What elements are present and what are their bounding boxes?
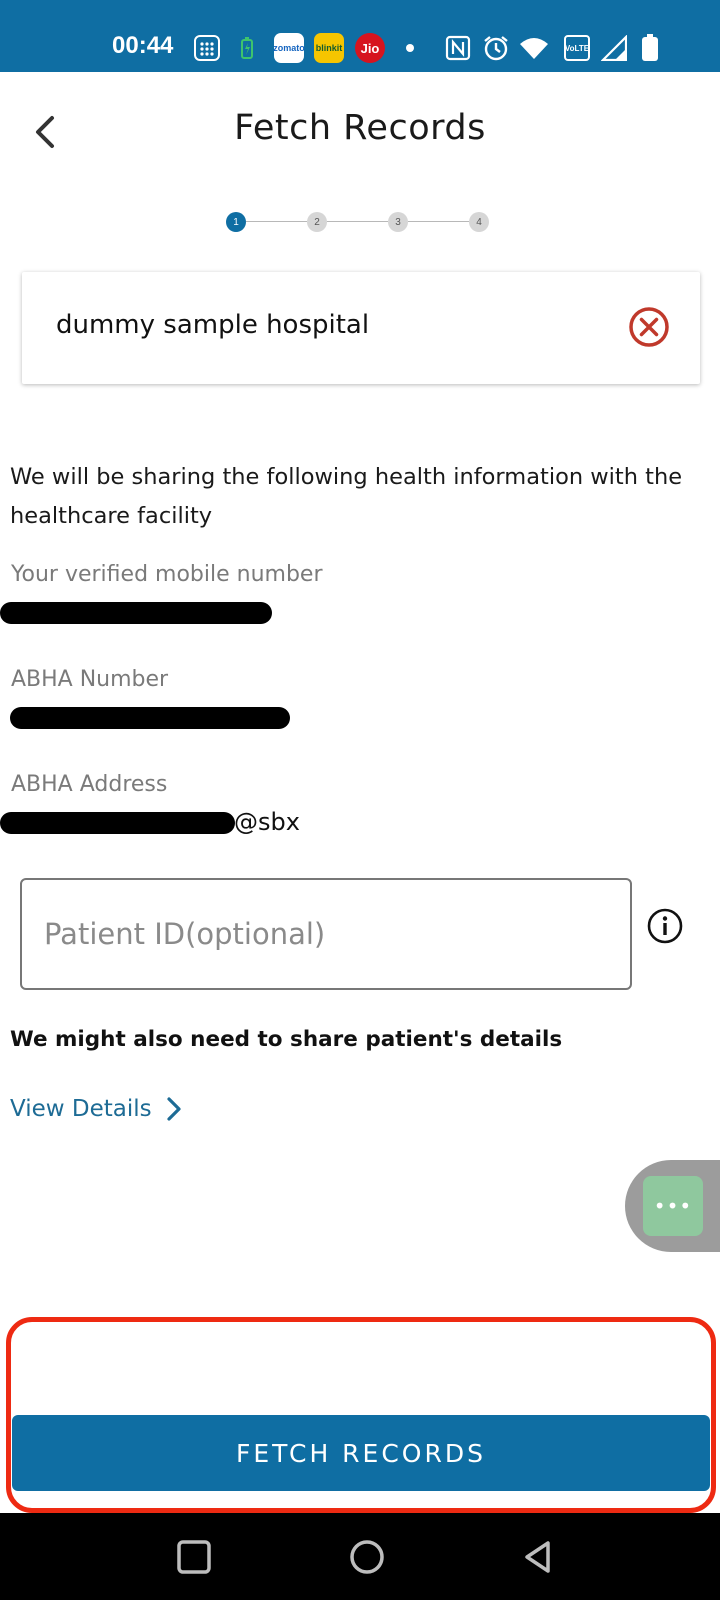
view-details-label: View Details <box>10 1096 152 1122</box>
alarm-icon <box>481 33 511 63</box>
page-title: Fetch Records <box>234 108 486 148</box>
step-2: 2 <box>307 212 327 232</box>
stepper-line <box>246 221 307 222</box>
signal-icon <box>600 33 628 63</box>
floating-chat-tab: ••• <box>625 1160 720 1252</box>
notification-dot-icon <box>404 33 416 63</box>
home-icon <box>350 1540 384 1574</box>
patient-id-input[interactable] <box>20 878 632 990</box>
abha-address-suffix: @sbx <box>234 808 300 836</box>
chevron-right-icon <box>167 1097 181 1121</box>
stepper-line <box>408 221 469 222</box>
hospital-name: dummy sample hospital <box>56 310 370 340</box>
abha-address-label: ABHA Address <box>11 772 168 797</box>
stepper-line <box>327 221 388 222</box>
battery-saver-icon <box>240 33 254 63</box>
abha-number-label: ABHA Number <box>11 667 169 692</box>
step-1: 1 <box>226 212 246 232</box>
chat-more-button[interactable]: ••• <box>643 1176 703 1236</box>
view-details-link[interactable]: View Details <box>10 1096 182 1122</box>
home-button[interactable] <box>345 1535 389 1579</box>
zomato-app-icon: zomato <box>273 33 305 63</box>
system-navigation-bar <box>0 1513 720 1600</box>
selected-hospital-card: dummy sample hospital <box>22 272 700 384</box>
step-4: 4 <box>469 212 489 232</box>
step-3: 3 <box>388 212 408 232</box>
recents-button[interactable] <box>172 1535 216 1579</box>
fetch-records-button[interactable]: FETCH RECORDS <box>12 1415 710 1491</box>
jio-app-icon: Jio <box>355 33 385 63</box>
progress-stepper: 1 2 3 4 <box>226 212 496 232</box>
back-nav-button[interactable] <box>517 1535 561 1579</box>
mobile-number-label: Your verified mobile number <box>11 562 323 587</box>
calculator-icon <box>192 33 222 63</box>
info-icon <box>647 908 683 944</box>
redacted-mobile-number <box>0 602 272 624</box>
back-triangle-icon <box>525 1541 550 1573</box>
status-bar: 00:44 zomato blinkit Jio VoLTE <box>0 0 720 72</box>
redacted-abha-address <box>0 812 235 834</box>
close-circle-icon <box>629 307 669 347</box>
sharing-intro-text: We will be sharing the following health … <box>10 464 683 529</box>
redacted-abha-number <box>10 707 290 729</box>
nfc-icon <box>444 33 472 63</box>
status-time: 00:44 <box>112 32 174 59</box>
battery-icon <box>640 33 660 63</box>
more-dots-icon: ••• <box>653 1194 693 1218</box>
blinkit-app-icon: blinkit <box>314 33 344 63</box>
wifi-icon <box>518 33 550 63</box>
patient-details-note: We might also need to share patient's de… <box>10 1027 563 1052</box>
volte-label: VoLTE <box>564 43 590 53</box>
clear-hospital-button[interactable] <box>628 306 670 348</box>
patient-id-info-button[interactable] <box>647 908 683 944</box>
recents-icon <box>177 1540 211 1574</box>
